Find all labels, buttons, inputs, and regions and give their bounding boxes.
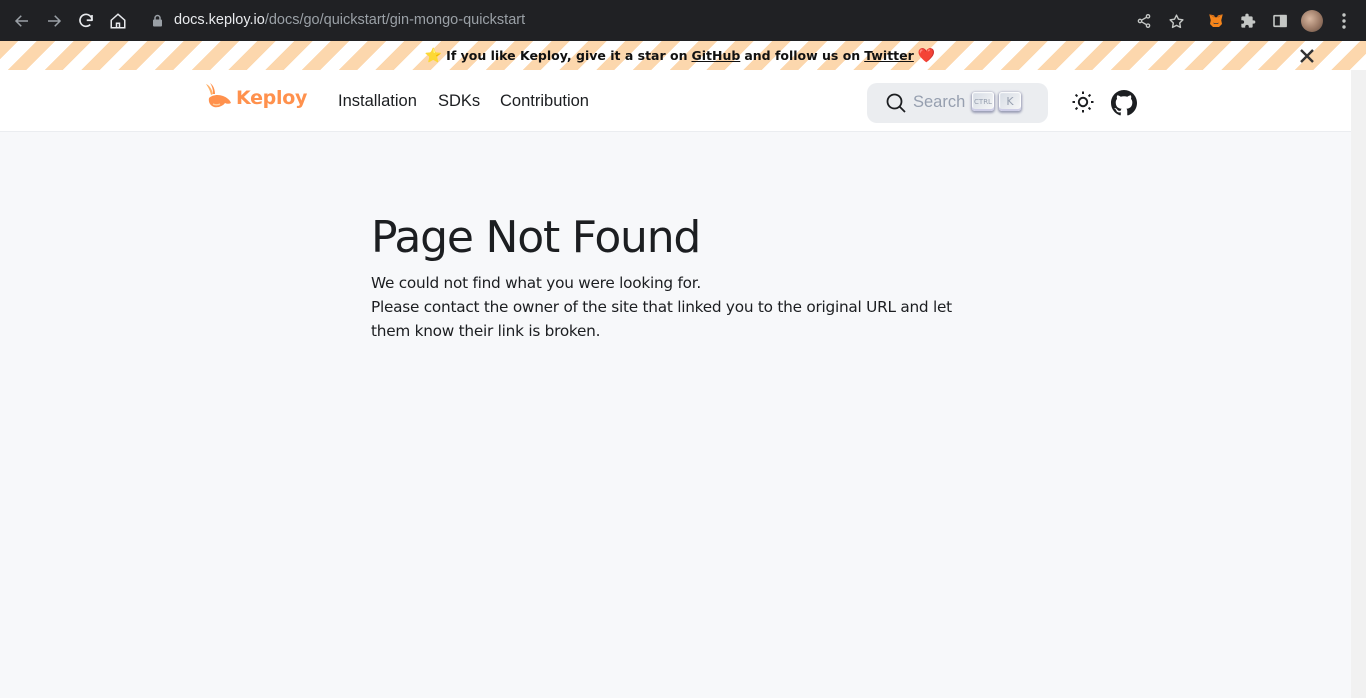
- reload-icon[interactable]: [70, 5, 102, 37]
- kbd-k-key: K: [999, 92, 1021, 111]
- logo-text: Keploy: [236, 87, 308, 109]
- page-scrollbar[interactable]: [1351, 70, 1366, 698]
- extensions-puzzle-icon[interactable]: [1232, 5, 1264, 37]
- metamask-extension-icon[interactable]: [1200, 5, 1232, 37]
- search-placeholder: Search: [913, 93, 966, 111]
- search-button[interactable]: Search CTRL K: [867, 83, 1048, 123]
- heart-icon: ❤️: [917, 47, 936, 64]
- theme-toggle-sun-icon[interactable]: [1071, 90, 1095, 114]
- twitter-link[interactable]: Twitter: [864, 48, 914, 63]
- contact-owner-message: Please contact the owner of the site tha…: [371, 298, 952, 340]
- star-icon: ⭐: [424, 47, 443, 64]
- side-panel-icon[interactable]: [1264, 5, 1296, 37]
- banner-text-middle: and follow us on: [744, 48, 861, 63]
- github-icon[interactable]: [1111, 90, 1137, 116]
- browser-toolbar: docs.keploy.io/docs/go/quickstart/gin-mo…: [0, 0, 1366, 41]
- banner-text: ⭐ If you like Keploy, give it a star on …: [425, 48, 936, 64]
- banner-text-before: If you like Keploy, give it a star on: [446, 48, 688, 63]
- not-found-message: We could not find what you were looking …: [371, 274, 701, 292]
- page-title: Page Not Found: [371, 212, 701, 263]
- site-navbar: Keploy Installation SDKs Contribution Se…: [0, 70, 1351, 132]
- nav-link-installation[interactable]: Installation: [338, 92, 417, 111]
- search-icon: [886, 93, 906, 118]
- kbd-ctrl-key: CTRL: [972, 92, 994, 111]
- address-bar[interactable]: docs.keploy.io/docs/go/quickstart/gin-mo…: [142, 5, 1200, 36]
- close-icon[interactable]: [1298, 47, 1316, 65]
- main-content: Page Not Found We could not find what yo…: [0, 132, 1351, 698]
- announcement-banner: ⭐ If you like Keploy, give it a star on …: [0, 41, 1366, 70]
- home-icon[interactable]: [102, 5, 134, 37]
- more-menu-icon[interactable]: [1328, 5, 1360, 37]
- forward-icon[interactable]: [38, 5, 70, 37]
- back-icon[interactable]: [6, 5, 38, 37]
- bookmark-star-icon[interactable]: [1160, 5, 1192, 37]
- profile-avatar[interactable]: [1296, 5, 1328, 37]
- share-icon[interactable]: [1128, 5, 1160, 37]
- nav-link-contribution[interactable]: Contribution: [500, 92, 589, 111]
- keploy-logo[interactable]: Keploy: [203, 81, 307, 115]
- github-link[interactable]: GitHub: [691, 48, 740, 63]
- keploy-rabbit-icon: [206, 83, 231, 108]
- nav-link-sdks[interactable]: SDKs: [438, 92, 480, 111]
- lock-icon: [152, 14, 163, 27]
- url-text: docs.keploy.io/docs/go/quickstart/gin-mo…: [174, 12, 526, 28]
